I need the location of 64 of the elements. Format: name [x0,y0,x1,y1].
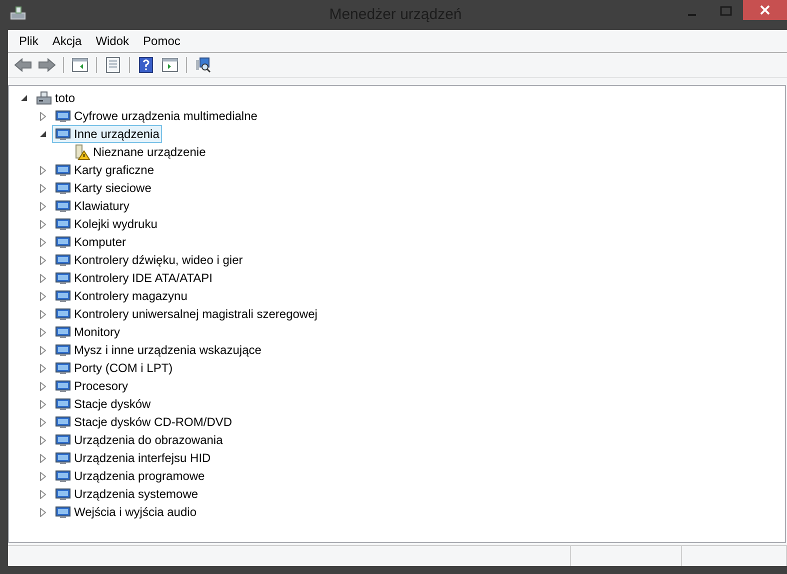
device-icon [55,180,71,196]
device-icon [55,288,71,304]
device-icon [55,198,71,214]
warning-device-icon [74,144,90,160]
device-icon [55,414,71,430]
tree-item[interactable]: Karty sieciowe [52,179,154,197]
device-icon [55,432,71,448]
menu-item[interactable]: Pomoc [136,32,188,50]
tree-item[interactable]: Nieznane urządzenie [71,143,209,161]
menu-item[interactable]: Akcja [45,32,89,50]
tree-item[interactable]: Kontrolery uniwersalnej magistrali szeregowej [52,305,320,323]
tree-item[interactable]: Procesory [52,377,132,395]
device-icon [55,216,71,232]
device-icon [55,468,71,484]
device-icon [55,360,71,376]
collapse-icon [20,94,28,102]
action-pane-button[interactable] [159,55,181,75]
tree-item[interactable]: Porty (COM i LPT) [52,359,176,377]
tree-item[interactable]: Kontrolery magazynu [52,287,190,305]
console-tree-button[interactable] [69,55,91,75]
expand-icon [40,112,46,120]
device-icon [55,108,71,124]
tree-item[interactable]: Urządzenia systemowe [52,485,202,503]
tree-item[interactable]: Kontrolery IDE ATA/ATAPI [52,269,216,287]
tree-item[interactable]: Karty graficzne [52,161,158,179]
forward-button[interactable] [36,55,58,75]
tree-item[interactable]: Urządzenia programowe [52,467,208,485]
collapse-icon [40,130,46,138]
device-icon [55,342,71,358]
device-icon [55,306,71,322]
back-button[interactable] [12,55,34,75]
device-icon [55,450,71,466]
device-icon [55,252,71,268]
device-icon [55,396,71,412]
device-icon [55,378,71,394]
device-icon [55,126,71,142]
tree-item[interactable]: Stacje dysków [52,395,154,413]
device-icon [55,162,71,178]
minimize-icon [688,14,696,16]
tree-item[interactable]: toto [33,89,78,107]
close-button[interactable] [743,0,787,20]
tree-item[interactable]: Klawiatury [52,197,132,215]
tree-item[interactable]: Inne urządzenia [52,125,162,143]
tree-item[interactable]: Urządzenia do obrazowania [52,431,226,449]
tree-item[interactable]: Kolejki wydruku [52,215,160,233]
computer-icon [36,90,52,106]
device-icon [55,324,71,340]
tree-item[interactable]: Cyfrowe urządzenia multimedialne [52,107,260,125]
tree-item[interactable]: Stacje dysków CD-ROM/DVD [52,413,236,431]
device-icon [55,486,71,502]
tree-item[interactable]: Urządzenia interfejsu HID [52,449,214,467]
tree-item[interactable]: Kontrolery dźwięku, wideo i gier [52,251,246,269]
tree-item[interactable]: Wejścia i wyjścia audio [52,503,200,521]
device-icon [55,234,71,250]
tree-item[interactable]: Mysz i inne urządzenia wskazujące [52,341,264,359]
close-icon [760,5,770,15]
app-icon [10,5,26,21]
device-icon [55,270,71,286]
device-icon [55,504,71,520]
tree-item[interactable]: Komputer [52,233,130,251]
maximize-icon [720,6,732,16]
menu-item[interactable]: Plik [12,32,46,50]
tree-item[interactable]: Monitory [52,323,124,341]
menu-item[interactable]: Widok [88,32,136,50]
